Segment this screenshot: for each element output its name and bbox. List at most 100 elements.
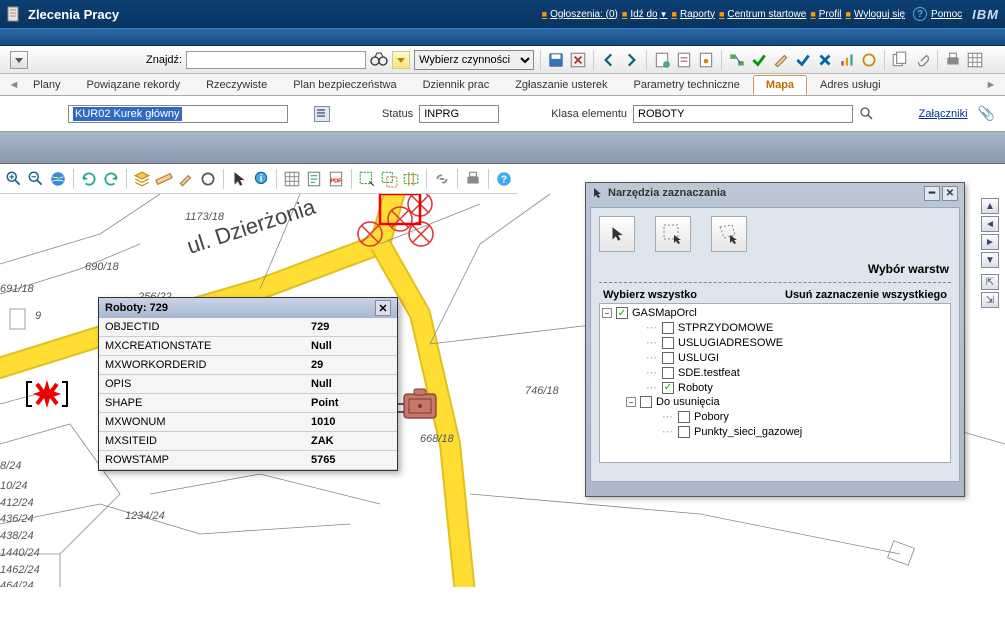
feature-popup-header[interactable]: Roboty: 729 ✕: [99, 298, 397, 318]
ruler-icon[interactable]: [154, 169, 174, 189]
pan-left-button[interactable]: ◄: [981, 216, 999, 232]
tab-scroll-left[interactable]: ◄: [8, 79, 20, 91]
action-select[interactable]: Wybierz czynności: [414, 50, 534, 70]
layers-icon[interactable]: [132, 169, 152, 189]
select-rect-tool[interactable]: [655, 216, 691, 252]
tree-checkbox[interactable]: [616, 307, 628, 319]
class-field[interactable]: [633, 105, 853, 123]
tree-expander[interactable]: −: [626, 397, 636, 407]
edit-icon[interactable]: [772, 51, 790, 69]
zoom-in-icon[interactable]: [4, 169, 24, 189]
pan-expand-button[interactable]: ⇱: [981, 274, 999, 290]
select-add-icon[interactable]: [379, 169, 399, 189]
class-lookup-icon[interactable]: [859, 106, 875, 122]
identify-icon[interactable]: i: [251, 169, 271, 189]
help-map-icon[interactable]: ?: [494, 169, 514, 189]
tree-checkbox[interactable]: [662, 337, 674, 349]
svg-text:PDF: PDF: [330, 178, 342, 184]
tab-plany[interactable]: Plany: [20, 75, 74, 95]
doc-b-icon[interactable]: [697, 51, 715, 69]
task-icon[interactable]: [653, 51, 671, 69]
selection-tool-buttons: [599, 216, 951, 252]
tab-adres[interactable]: Adres usługi: [807, 75, 894, 95]
globe-icon[interactable]: [48, 169, 68, 189]
start-center-link[interactable]: ■Centrum startowe: [719, 9, 806, 20]
docset-icon[interactable]: [891, 51, 909, 69]
tab-powiazane[interactable]: Powiązane rekordy: [74, 75, 194, 95]
print-icon[interactable]: [944, 51, 962, 69]
tab-zglaszanie[interactable]: Zgłaszanie usterek: [502, 75, 620, 95]
select-rect-icon[interactable]: [357, 169, 377, 189]
print-map-icon[interactable]: [463, 169, 483, 189]
tool-a-icon[interactable]: [860, 51, 878, 69]
tree-checkbox[interactable]: [662, 382, 674, 394]
query-dropdown[interactable]: [10, 51, 28, 69]
clear-icon[interactable]: [569, 51, 587, 69]
circle-icon[interactable]: [198, 169, 218, 189]
tab-scroll-right[interactable]: ►: [985, 79, 997, 91]
logout-link[interactable]: ■Wyloguj się: [846, 9, 905, 20]
prev-icon[interactable]: [600, 51, 618, 69]
goto-link[interactable]: ■Idź do▼: [622, 9, 668, 20]
doc-a-icon[interactable]: [675, 51, 693, 69]
pdf-icon[interactable]: PDF: [326, 169, 346, 189]
save-icon[interactable]: [547, 51, 565, 69]
redo-icon[interactable]: [101, 169, 121, 189]
profile-link[interactable]: ■Profil: [810, 9, 841, 20]
zoom-out-icon[interactable]: [26, 169, 46, 189]
next-icon[interactable]: [622, 51, 640, 69]
tab-rzeczywiste[interactable]: Rzeczywiste: [193, 75, 280, 95]
chart-icon[interactable]: [838, 51, 856, 69]
reports-link[interactable]: ■Raporty: [672, 9, 715, 20]
selection-panel-close[interactable]: ✕: [942, 186, 958, 201]
select-pointer-tool[interactable]: [599, 216, 635, 252]
grid-tool-icon[interactable]: [282, 169, 302, 189]
tab-plan-bezp[interactable]: Plan bezpieczeństwa: [280, 75, 409, 95]
find-options[interactable]: [392, 51, 410, 69]
help-link[interactable]: Pomoc: [931, 9, 962, 20]
pan-up-button[interactable]: ▲: [981, 198, 999, 214]
tab-mapa[interactable]: Mapa: [753, 75, 807, 95]
select-poly-tool[interactable]: [711, 216, 747, 252]
help-icon[interactable]: ?: [913, 7, 927, 21]
attach-icon[interactable]: [913, 51, 931, 69]
grid-icon[interactable]: [966, 51, 984, 69]
select-remove-icon[interactable]: [401, 169, 421, 189]
status-field[interactable]: [419, 105, 499, 123]
binoculars-icon[interactable]: [370, 51, 388, 69]
report-icon[interactable]: [304, 169, 324, 189]
tree-checkbox[interactable]: [662, 352, 674, 364]
check-icon[interactable]: [794, 51, 812, 69]
pointer-icon[interactable]: [229, 169, 249, 189]
link-icon[interactable]: [432, 169, 452, 189]
main-id-field[interactable]: KUR02 Kurek główny: [68, 105, 288, 123]
deselect-all-link[interactable]: Usuń zaznaczenie wszystkiego: [785, 289, 947, 301]
approve-icon[interactable]: [750, 51, 768, 69]
tree-checkbox[interactable]: [640, 396, 652, 408]
cancel-icon[interactable]: [816, 51, 834, 69]
layer-tree[interactable]: −GASMapOrcl ⋯STPRZYDOMOWE ⋯USLUGIADRESOW…: [599, 303, 951, 463]
tree-checkbox[interactable]: [662, 322, 674, 334]
pencil-icon[interactable]: [176, 169, 196, 189]
tab-dziennik[interactable]: Dziennik prac: [410, 75, 503, 95]
tree-checkbox[interactable]: [678, 411, 690, 423]
svg-text:690/18: 690/18: [85, 261, 120, 273]
feature-popup-close[interactable]: ✕: [375, 300, 391, 316]
selection-panel-min[interactable]: ━: [924, 186, 940, 201]
pan-down-button[interactable]: ▼: [981, 252, 999, 268]
announcements-link[interactable]: ■Ogłoszenia: (0): [542, 9, 618, 20]
find-input[interactable]: [186, 51, 366, 69]
workflow-icon[interactable]: [728, 51, 746, 69]
selection-panel-header[interactable]: Narzędzia zaznaczania ━ ✕: [586, 183, 964, 203]
tab-parametry[interactable]: Parametry techniczne: [621, 75, 753, 95]
refresh-icon[interactable]: [79, 169, 99, 189]
attachments-link[interactable]: Załączniki: [919, 108, 968, 120]
tree-expander[interactable]: −: [602, 308, 612, 318]
main-id-menu[interactable]: [314, 106, 330, 122]
tree-checkbox[interactable]: [678, 426, 690, 438]
select-all-link[interactable]: Wybierz wszystko: [603, 289, 697, 301]
pan-collapse-button[interactable]: ⇲: [981, 292, 999, 308]
tree-checkbox[interactable]: [662, 367, 674, 379]
pan-right-button[interactable]: ►: [981, 234, 999, 250]
paperclip-icon[interactable]: 📎: [978, 105, 995, 122]
